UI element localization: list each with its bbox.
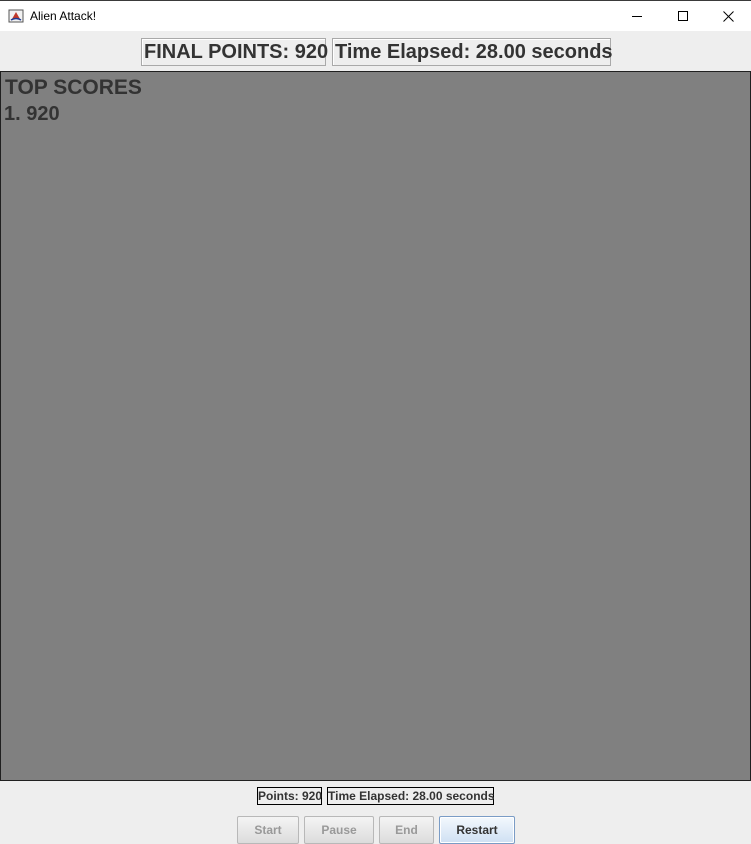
top-scores-title: TOP SCORES: [5, 76, 142, 99]
pause-button[interactable]: Pause: [304, 816, 374, 844]
score-entry: 1. 920: [4, 103, 60, 125]
maximize-icon: [678, 11, 688, 21]
score-header: FINAL POINTS: 920 Time Elapsed: 28.00 se…: [0, 31, 751, 71]
maximize-button[interactable]: [660, 1, 706, 31]
start-button[interactable]: Start: [237, 816, 299, 844]
close-button[interactable]: [705, 1, 751, 31]
time-elapsed-label: Time Elapsed: 28.00 seconds: [327, 787, 495, 805]
title-bar[interactable]: Alien Attack!: [0, 0, 751, 31]
points-label: Points: 920: [257, 787, 323, 805]
java-app-icon: [8, 8, 24, 24]
final-time-label: Time Elapsed: 28.00 seconds: [332, 38, 613, 66]
game-canvas[interactable]: TOP SCORES 1. 920: [0, 71, 751, 781]
minimize-icon: [632, 11, 642, 21]
app-window: Alien Attack! FINAL POINTS: 920 Time Ela…: [0, 0, 751, 844]
final-points-label: FINAL POINTS: 920: [141, 38, 328, 66]
minimize-button[interactable]: [614, 1, 660, 31]
window-title: Alien Attack!: [30, 9, 97, 23]
status-bar: Points: 920 Time Elapsed: 28.00 seconds: [0, 781, 751, 811]
close-icon: [722, 10, 734, 22]
end-button[interactable]: End: [379, 816, 434, 844]
restart-button[interactable]: Restart: [439, 816, 515, 844]
